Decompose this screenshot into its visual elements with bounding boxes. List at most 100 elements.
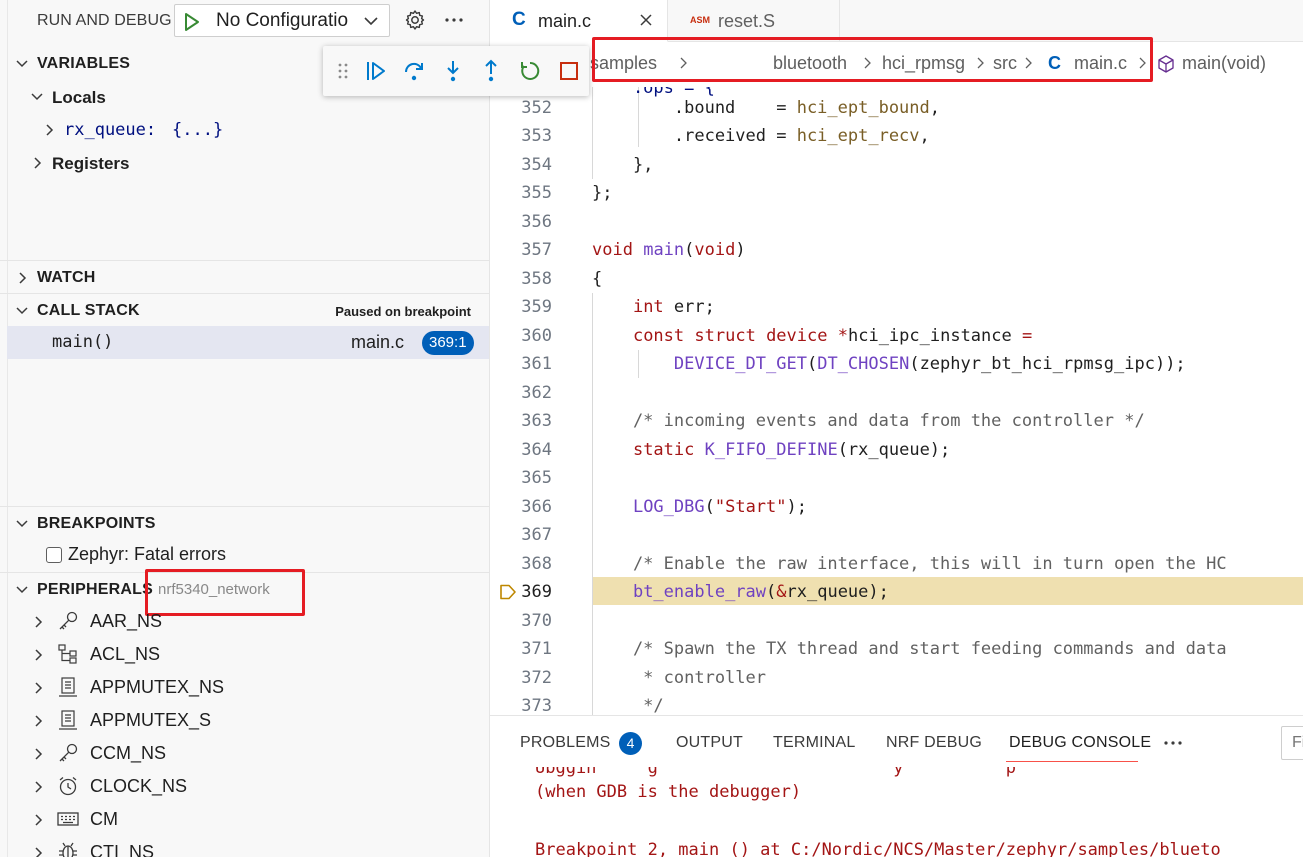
watch-section-header[interactable]: WATCH <box>0 260 489 293</box>
server-icon <box>56 676 80 698</box>
annotation-highlight-box <box>592 37 1153 82</box>
launch-config-label: No Configuratio <box>216 10 349 31</box>
code-line: }, <box>592 155 654 175</box>
tab-reset-s[interactable]: ASM reset.S <box>668 0 840 42</box>
variable-name: rx_queue: <box>64 120 157 140</box>
chevron-right-icon <box>31 846 45 857</box>
line-number: 371 <box>521 639 552 659</box>
tab-debug-console[interactable]: DEBUG CONSOLE <box>1009 734 1151 752</box>
peripheral-item[interactable]: ACL_NS <box>0 638 489 671</box>
code-line: { <box>592 269 603 289</box>
line-number: 359 <box>521 297 552 317</box>
console-line: Breakpoint 2, main () at C:/Nordic/NCS/M… <box>535 840 1221 857</box>
peripheral-item[interactable]: AAR_NS <box>0 605 489 638</box>
line-number: 354 <box>521 155 552 175</box>
locals-label: Locals <box>52 88 106 107</box>
code-line: .ops = { <box>592 87 715 98</box>
breakpoints-section-header[interactable]: BREAKPOINTS <box>0 506 489 539</box>
breakpoints-title: BREAKPOINTS <box>37 515 156 532</box>
frame-file: main.c <box>351 332 405 352</box>
peripherals-title: PERIPHERALS <box>37 581 153 598</box>
tab-label: main.c <box>538 11 592 31</box>
chevron-down-icon <box>15 583 29 597</box>
chevron-down-icon <box>15 57 29 71</box>
peripheral-label: AAR_NS <box>90 611 163 631</box>
restart-icon[interactable] <box>518 59 542 83</box>
code-line: int err; <box>632 297 715 317</box>
console-filter-input[interactable]: Fi <box>1281 726 1303 760</box>
peripheral-item[interactable]: CCM_NS <box>0 737 489 770</box>
peripheral-item[interactable]: APPMUTEX_S <box>0 704 489 737</box>
step-out-icon[interactable] <box>479 59 503 83</box>
keyboard-icon <box>56 808 80 830</box>
c-language-icon: C <box>512 9 526 30</box>
step-into-icon[interactable] <box>441 59 465 83</box>
code-line: const struct device *hci_ipc_instance = <box>632 326 1033 346</box>
launch-config-dropdown[interactable]: No Configuratio <box>174 4 390 37</box>
editor-tab-bar: C main.c ASM reset.S <box>490 0 1303 42</box>
tab-main-c[interactable]: C main.c <box>490 0 668 42</box>
line-number: 373 <box>521 696 552 715</box>
chevron-right-icon <box>31 813 45 827</box>
peripheral-item[interactable]: CM <box>0 803 489 836</box>
code-line: void main(void) <box>592 240 746 260</box>
peripheral-item[interactable]: CTI_NS <box>0 836 489 857</box>
problems-count-badge: 4 <box>619 732 642 755</box>
line-number: 365 <box>521 468 552 488</box>
key-icon <box>56 742 80 764</box>
code-line-current: bt_enable_raw(&rx_queue); <box>632 582 889 602</box>
variable-rx-queue[interactable]: rx_queue: {...} <box>0 113 489 146</box>
code-line: /* Enable the raw interface, this will i… <box>592 554 1227 574</box>
breakpoint-label: Zephyr: Fatal errors <box>68 544 227 564</box>
peripheral-label: CCM_NS <box>90 743 167 763</box>
tab-output[interactable]: OUTPUT <box>676 734 743 752</box>
frame-position-badge: 369:1 <box>422 331 474 355</box>
tab-terminal[interactable]: TERMINAL <box>773 734 856 752</box>
registers-label: Registers <box>52 154 130 173</box>
code-line: }; <box>592 183 613 203</box>
active-tab-indicator <box>1006 761 1138 762</box>
gear-icon[interactable] <box>404 9 426 31</box>
gripper-icon[interactable] <box>337 61 349 81</box>
breadcrumb-item[interactable]: main(void) <box>1182 53 1266 74</box>
line-number: 368 <box>521 554 552 574</box>
line-number: 357 <box>521 240 552 260</box>
step-over-icon[interactable] <box>402 59 426 83</box>
bug-icon <box>56 841 80 857</box>
line-number: 362 <box>521 383 552 403</box>
call-stack-section-header[interactable]: CALL STACK Paused on breakpoint <box>0 293 489 326</box>
more-actions-icon[interactable] <box>1162 732 1184 754</box>
code-line: /* Spawn the TX thread and start feeding… <box>592 639 1227 659</box>
breakpoint-checkbox[interactable] <box>46 547 62 563</box>
tab-problems[interactable]: PROBLEMS <box>520 734 611 752</box>
server-icon <box>56 709 80 731</box>
call-stack-frame[interactable]: main() main.c 369:1 <box>7 326 489 359</box>
peripheral-item[interactable]: CLOCK_NS <box>0 770 489 803</box>
chevron-right-icon <box>15 271 29 285</box>
line-number: 363 <box>521 411 552 431</box>
continue-icon[interactable] <box>364 59 388 83</box>
line-number: 355 <box>521 183 552 203</box>
code-line: DEVICE_DT_GET(DT_CHOSEN(zephyr_bt_hci_rp… <box>673 354 1186 374</box>
breakpoint-item: Zephyr: Fatal errors <box>0 540 489 572</box>
line-number: 356 <box>521 212 552 232</box>
tab-nrf-debug[interactable]: NRF DEBUG <box>886 734 982 752</box>
line-number: 366 <box>521 497 552 517</box>
key-icon <box>56 610 80 632</box>
peripheral-item[interactable]: APPMUTEX_NS <box>0 671 489 704</box>
more-actions-icon[interactable] <box>443 9 465 31</box>
close-icon[interactable] <box>638 12 654 28</box>
code-line: */ <box>592 696 664 715</box>
variables-registers-scope[interactable]: Registers <box>0 146 489 179</box>
line-number: 370 <box>521 611 552 631</box>
code-line: LOG_DBG("Start"); <box>632 497 807 517</box>
frame-function: main() <box>52 332 114 352</box>
chevron-down-icon <box>363 14 379 28</box>
chevron-right-icon <box>31 615 45 629</box>
stop-icon[interactable] <box>557 59 581 83</box>
bottom-panel: PROBLEMS 4 OUTPUT TERMINAL NRF DEBUG DEB… <box>490 715 1303 857</box>
start-debugging-icon[interactable] <box>183 12 201 32</box>
code-editor[interactable]: .ops = { 352 .bound = hci_ept_bound, 353… <box>490 87 1303 715</box>
peripheral-label: CLOCK_NS <box>90 776 188 796</box>
line-number: 364 <box>521 440 552 460</box>
